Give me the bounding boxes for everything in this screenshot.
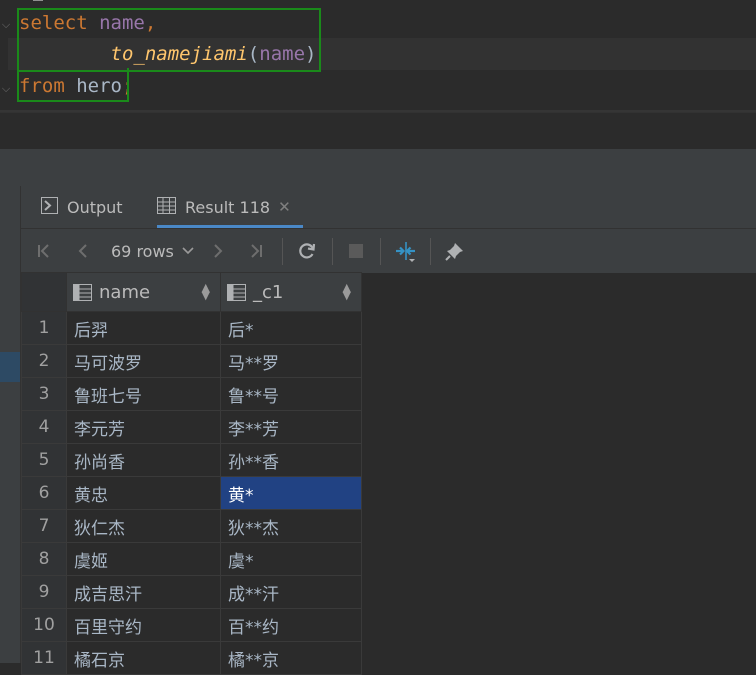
statement-highlight-bottom	[17, 68, 129, 102]
panel-left-strip[interactable]	[0, 186, 21, 663]
column-icon	[73, 283, 92, 301]
console-icon	[41, 196, 58, 218]
cell-name[interactable]: 百里守约	[66, 608, 221, 642]
toolbar-separator	[282, 238, 283, 265]
result-table: name ▲ ▼ _c1 ▲ ▼ 1后羿 后* 2 马可波罗 马**罗 3 鲁班…	[21, 272, 362, 675]
row-number[interactable]: 2	[21, 344, 67, 378]
cell-name[interactable]: 虞姬	[66, 542, 221, 576]
next-page-icon[interactable]	[207, 229, 229, 273]
fold-open-icon[interactable]: ⌵	[0, 18, 12, 32]
column-header-c1[interactable]: _c1 ▲ ▼	[220, 272, 362, 312]
panel-splitter[interactable]	[0, 148, 756, 187]
fold-close-icon[interactable]: ⌵	[0, 82, 12, 96]
cell-c1[interactable]: 虞*	[220, 542, 362, 576]
cell-name[interactable]: 马可波罗	[66, 344, 221, 378]
tab-result-label: Result 118	[185, 197, 271, 217]
row-number[interactable]: 11	[21, 641, 67, 675]
tab-output[interactable]: Output	[41, 186, 123, 228]
table-row[interactable]: 6 黄忠 黄*	[21, 476, 362, 510]
header-row: name ▲ ▼ _c1 ▲ ▼	[21, 272, 362, 312]
cell-c1[interactable]: 黄*	[220, 476, 362, 510]
toolbar-separator	[380, 238, 381, 265]
table-icon	[157, 196, 176, 218]
table-row[interactable]: 11 橘石京 橘**京	[21, 641, 362, 675]
first-page-icon[interactable]	[33, 229, 55, 273]
chevron-down-icon	[182, 244, 194, 258]
cell-c1[interactable]: 鲁**号	[220, 377, 362, 411]
row-number[interactable]: 1	[21, 311, 67, 345]
table-row[interactable]: 10 百里守约 百**约	[21, 608, 362, 642]
stop-icon[interactable]	[344, 229, 368, 273]
row-number[interactable]: 6	[21, 476, 67, 510]
cell-name[interactable]: 黄忠	[66, 476, 221, 510]
cell-name[interactable]: 狄仁杰	[66, 509, 221, 543]
table-row[interactable]: 8 虞姬 虞*	[21, 542, 362, 576]
editor-top-marker	[33, 0, 43, 5]
cell-c1[interactable]: 李**芳	[220, 410, 362, 444]
tree-selection-marker	[0, 352, 20, 382]
cell-c1[interactable]: 后*	[220, 311, 362, 345]
tab-result[interactable]: Result 118 ✕	[157, 186, 303, 228]
cell-name[interactable]: 孙尚香	[66, 443, 221, 477]
column-header-label: name	[99, 281, 151, 303]
result-rows: 1 后羿 后* 2 马可波罗 马**罗 3 鲁班七号 鲁**号 4 李元芳 李**芳 5 孙尚香 孙**香 6…	[21, 311, 362, 675]
editor-scroll-area[interactable]	[0, 112, 756, 149]
previous-page-icon[interactable]	[72, 229, 94, 273]
table-row[interactable]: 4 李元芳 李**芳	[21, 410, 362, 444]
row-number[interactable]: 8	[21, 542, 67, 576]
result-tabs: Output Result 118 ✕	[21, 186, 756, 228]
sort-icon[interactable]: ▲ ▼	[343, 282, 351, 301]
toolbar-separator	[430, 238, 431, 265]
result-toolbar: 69 rows	[21, 228, 756, 273]
row-number[interactable]: 9	[21, 575, 67, 609]
cell-name[interactable]: 李元芳	[66, 410, 221, 444]
table-row[interactable]: 3 鲁班七号 鲁**号	[21, 377, 362, 411]
pin-icon[interactable]	[442, 229, 468, 273]
cell-c1[interactable]: 马**罗	[220, 344, 362, 378]
close-icon[interactable]: ✕	[278, 198, 291, 216]
row-number[interactable]: 4	[21, 410, 67, 444]
table-row[interactable]: 7 狄仁杰 狄**杰	[21, 509, 362, 543]
row-count-selector[interactable]: 69 rows	[111, 229, 194, 273]
column-header-name[interactable]: name ▲ ▼	[66, 272, 221, 312]
result-grid[interactable]: name ▲ ▼ _c1 ▲ ▼ 1后羿 后* 2 马可波罗 马**罗 3 鲁班…	[21, 272, 362, 675]
table-row[interactable]: 1 后羿 后*	[21, 311, 362, 345]
table-row[interactable]: 9 成吉思汗 成**汗	[21, 575, 362, 609]
cell-name[interactable]: 成吉思汗	[66, 575, 221, 609]
cell-c1[interactable]: 狄**杰	[220, 509, 362, 543]
row-number[interactable]: 5	[21, 443, 67, 477]
sql-editor[interactable]: ⌵ ⌵ select name, to_namejiami(name) from…	[0, 0, 756, 112]
row-number-header	[21, 272, 67, 312]
last-page-icon[interactable]	[245, 229, 267, 273]
table-row[interactable]: 5 孙尚香 孙**香	[21, 443, 362, 477]
cell-c1[interactable]: 孙**香	[220, 443, 362, 477]
refresh-icon[interactable]	[294, 229, 320, 273]
cell-name[interactable]: 橘石京	[66, 641, 221, 675]
column-icon	[227, 283, 246, 301]
cell-c1[interactable]: 成**汗	[220, 575, 362, 609]
table-row[interactable]: 2 马可波罗 马**罗	[21, 344, 362, 378]
column-header-label: _c1	[253, 281, 284, 303]
cell-c1[interactable]: 橘**京	[220, 641, 362, 675]
cell-name[interactable]: 鲁班七号	[66, 377, 221, 411]
cell-name[interactable]: 后羿	[66, 311, 221, 345]
row-number[interactable]: 3	[21, 377, 67, 411]
sort-icon[interactable]: ▲ ▼	[202, 282, 210, 301]
cell-c1[interactable]: 百**约	[220, 608, 362, 642]
row-number[interactable]: 7	[21, 509, 67, 543]
statement-highlight-top	[17, 8, 321, 72]
services-panel: Output Result 118 ✕ 69 rows name ▲ ▼ _c1…	[0, 186, 756, 675]
row-count-label: 69 rows	[111, 241, 174, 261]
toolbar-separator	[332, 238, 333, 265]
compare-icon[interactable]	[392, 229, 420, 273]
row-number[interactable]: 10	[21, 608, 67, 642]
tab-output-label: Output	[67, 197, 123, 217]
